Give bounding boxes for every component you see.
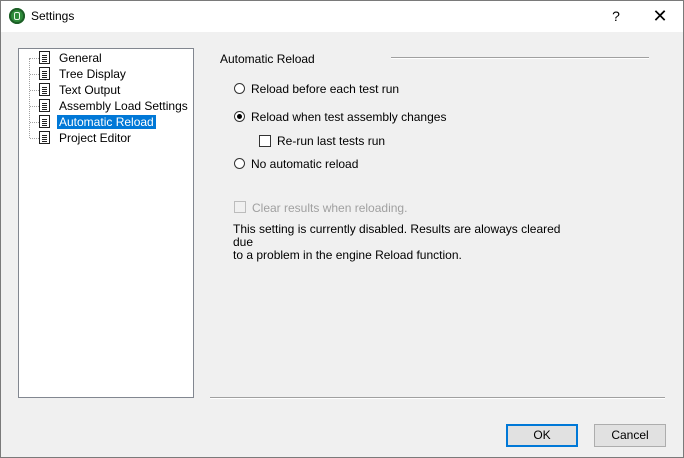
- window-title: Settings: [31, 9, 75, 23]
- tree-item-tree-display[interactable]: Tree Display: [19, 66, 193, 82]
- group-divider: [391, 57, 649, 59]
- help-button[interactable]: ?: [605, 5, 627, 27]
- settings-dialog: Settings ? ✕ General Tree Display Text O…: [0, 0, 684, 458]
- reload-on-change-label[interactable]: Reload when test assembly changes: [251, 110, 446, 124]
- rerun-last-label[interactable]: Re-run last tests run: [277, 134, 385, 148]
- rerun-last-checkbox[interactable]: [259, 135, 271, 147]
- tree-item-label: Project Editor: [59, 131, 132, 145]
- page-icon: [39, 83, 50, 96]
- page-icon: [39, 51, 50, 64]
- tree-item-text-output[interactable]: Text Output: [19, 82, 193, 98]
- page-icon: [39, 67, 50, 80]
- cancel-button[interactable]: Cancel: [594, 424, 666, 447]
- reload-on-change-radio[interactable]: [234, 111, 245, 122]
- page-icon: [39, 115, 50, 128]
- tree-item-automatic-reload[interactable]: Automatic Reload: [19, 114, 193, 130]
- app-icon: [9, 8, 25, 24]
- clear-results-checkbox: [234, 201, 246, 213]
- tree-item-general[interactable]: General: [19, 50, 193, 66]
- page-icon: [39, 131, 50, 144]
- no-reload-radio[interactable]: [234, 158, 245, 169]
- tree-item-label: Text Output: [59, 83, 121, 97]
- tree-item-assembly-load-settings[interactable]: Assembly Load Settings: [19, 98, 193, 114]
- title-bar: Settings ? ✕: [1, 1, 683, 32]
- tree-item-project-editor[interactable]: Project Editor: [19, 130, 193, 146]
- reload-before-label[interactable]: Reload before each test run: [251, 82, 399, 96]
- clear-results-label: Clear results when reloading.: [252, 201, 408, 215]
- page-icon: [39, 99, 50, 112]
- disabled-setting-note: This setting is currently disabled. Resu…: [233, 222, 561, 262]
- close-button[interactable]: ✕: [647, 4, 673, 28]
- tree-item-label: Automatic Reload: [57, 115, 156, 129]
- no-reload-label[interactable]: No automatic reload: [251, 157, 358, 171]
- footer-separator: [210, 397, 665, 399]
- group-title: Automatic Reload: [220, 52, 315, 66]
- tree-item-label: Tree Display: [59, 67, 126, 81]
- ok-button[interactable]: OK: [506, 424, 578, 447]
- tree-item-label: Assembly Load Settings: [59, 99, 188, 113]
- reload-before-radio[interactable]: [234, 83, 245, 94]
- settings-tree[interactable]: General Tree Display Text Output Assembl…: [18, 48, 194, 398]
- tree-item-label: General: [59, 51, 102, 65]
